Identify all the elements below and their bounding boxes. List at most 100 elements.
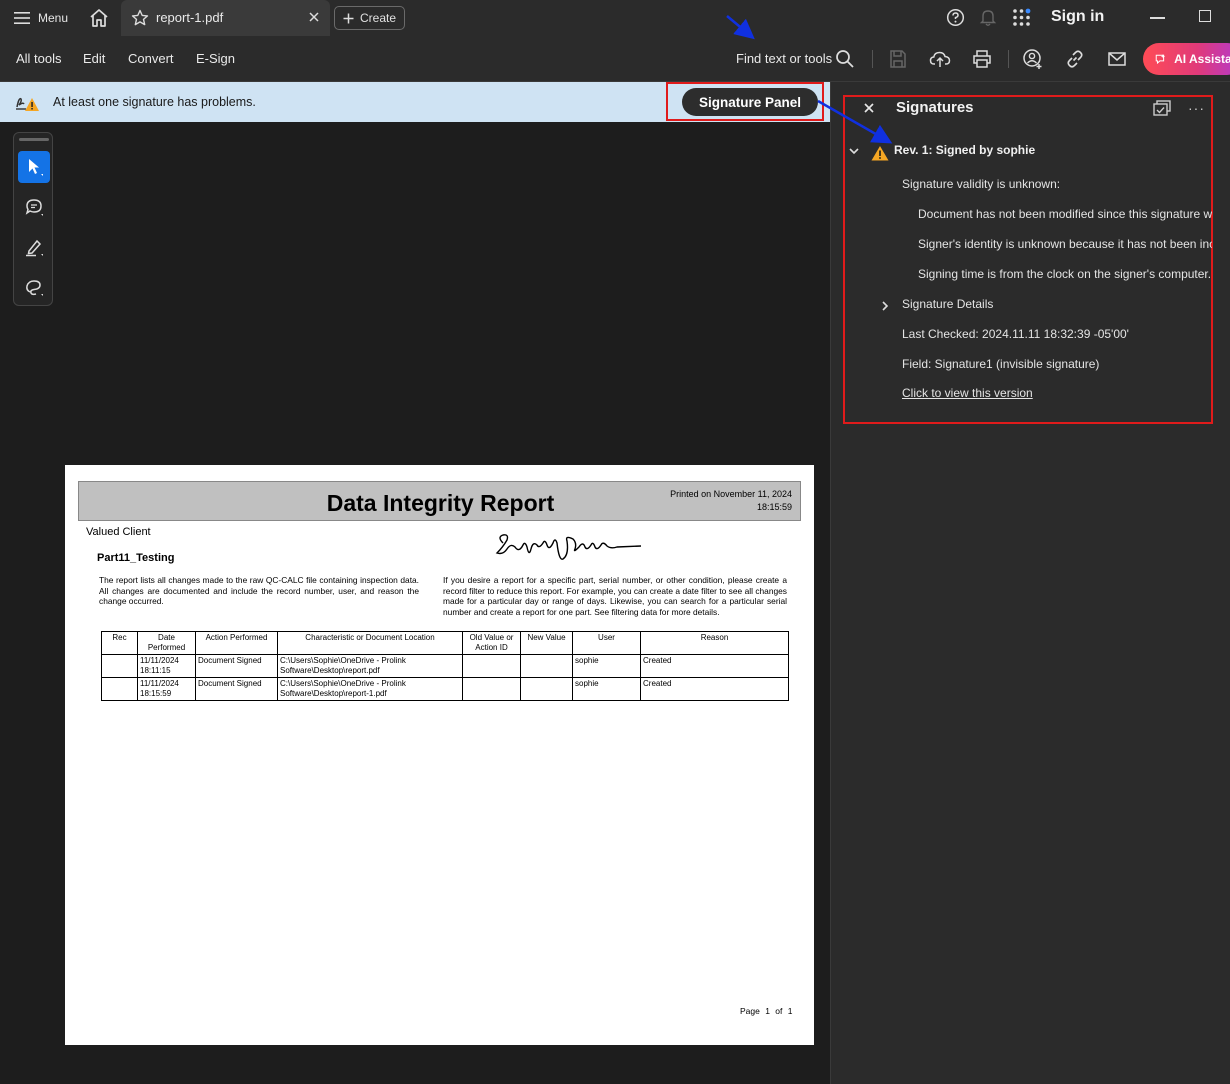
share-user-icon[interactable] [1022,48,1044,70]
esign-button[interactable]: E-Sign [196,51,235,66]
signature-message: At least one signature has problems. [53,95,256,109]
table-cell: sophie [572,677,641,701]
highlight-tool-button[interactable] [18,231,50,263]
warning-icon [871,146,889,161]
report-header: Data Integrity Report Printed on Novembe… [78,481,801,521]
signature-warning-icon [16,97,39,111]
table-cell [101,654,138,678]
quick-tools-rail [13,132,53,306]
sign-in-button[interactable]: Sign in [1051,8,1104,26]
column-header: Characteristic or Document Location [277,631,463,655]
signature-detail-item: Signing time is from the clock on the si… [918,267,1212,281]
print-icon[interactable] [971,48,993,70]
table-cell: Created [640,654,789,678]
find-tools-button[interactable]: Find text or tools [736,51,832,66]
pdf-page: Data Integrity Report Printed on Novembe… [65,465,814,1045]
column-header: New Value [520,631,573,655]
table-cell: C:\Users\Sophie\OneDrive - Prolink Softw… [277,677,463,701]
search-icon[interactable] [834,48,856,70]
draw-tool-button[interactable] [18,271,50,303]
signature-field: Field: Signature1 (invisible signature) [902,357,1100,371]
toolbar-divider [872,50,873,68]
table-row: 11/11/2024 18:11:15 Document Signed C:\U… [101,654,789,678]
report-printed-date: Printed on November 11, 2024 18:15:59 [670,489,792,512]
menu-label: Menu [38,11,69,25]
view-version-link[interactable]: Click to view this version [902,386,1033,400]
column-header: Date Performed [137,631,196,655]
toolbar-divider [1008,50,1009,68]
close-icon[interactable] [863,102,875,114]
star-icon[interactable] [131,9,149,27]
create-button[interactable]: Create [334,6,405,30]
ai-assistant-label: AI Assistant [1174,52,1230,66]
column-header: Reason [640,631,789,655]
changes-table: Rec Date Performed Action Performed Char… [101,631,789,701]
column-header: User [572,631,641,655]
report-description-right: If you desire a report for a specific pa… [443,575,787,617]
pen-icon [26,239,43,257]
bell-icon[interactable] [979,8,997,27]
table-cell [520,677,573,701]
plus-icon [343,13,354,23]
title-bar: Menu report-1.pdf Create Sign in [0,0,1230,36]
edit-button[interactable]: Edit [83,51,105,66]
column-header: Action Performed [195,631,278,655]
rail-drag-handle[interactable] [19,138,49,141]
create-label: Create [359,11,397,25]
chevron-down-icon[interactable] [848,145,860,157]
lasso-icon [26,280,43,296]
link-icon[interactable] [1064,48,1086,70]
report-description-left: The report lists all changes made to the… [99,575,419,606]
column-header: Old Value or Action ID [462,631,521,655]
signature-detail-item: Document has not been modified since thi… [918,207,1212,221]
cursor-icon [29,159,43,176]
validate-all-icon[interactable] [1151,99,1173,119]
signature-detail-list: Document has not been modified since thi… [844,170,1212,290]
signatures-panel-title: Signatures [896,99,974,116]
table-cell: Document Signed [195,654,278,678]
maximize-icon[interactable] [1199,10,1211,22]
menu-button[interactable]: Menu [14,8,68,28]
table-cell: C:\Users\Sophie\OneDrive - Prolink Softw… [277,654,463,678]
chevron-right-icon[interactable] [880,300,890,312]
table-cell: 11/11/2024 18:11:15 [137,654,196,678]
minimize-icon[interactable] [1150,17,1165,19]
table-cell [462,654,521,678]
report-client: Valued Client [86,526,151,538]
table-cell [520,654,573,678]
mail-icon[interactable] [1106,48,1128,70]
last-checked: Last Checked: 2024.11.11 18:32:39 -05'00… [902,327,1129,341]
annotation-highlight-box [666,82,824,121]
comment-tool-button[interactable] [18,191,50,223]
table-cell: Created [640,677,789,701]
document-tab[interactable]: report-1.pdf [121,0,330,36]
all-tools-button[interactable]: All tools [16,51,62,66]
table-cell: sophie [572,654,641,678]
main-toolbar: All tools Edit Convert E-Sign Find text … [0,36,1230,82]
signature-details-toggle[interactable]: Signature Details [902,297,993,311]
table-cell: 11/11/2024 18:15:59 [137,677,196,701]
select-tool-button[interactable] [18,151,50,183]
table-cell [101,677,138,701]
table-cell [462,677,521,701]
column-header: Rec [101,631,138,655]
apps-icon[interactable] [1012,8,1031,27]
handwritten-signature [495,534,642,560]
help-icon[interactable] [946,8,965,27]
page-number: Page 1 of 1 [740,1006,793,1016]
cloud-upload-icon[interactable] [929,48,951,70]
ai-assistant-button[interactable]: AI Assistant [1143,43,1230,75]
close-icon[interactable] [307,10,321,24]
convert-button[interactable]: Convert [128,51,174,66]
comment-icon [25,199,43,216]
more-options-icon[interactable]: ··· [1188,100,1205,116]
signature-revision[interactable]: Rev. 1: Signed by sophie [894,143,1035,157]
table-row: 11/11/2024 18:15:59 Document Signed C:\U… [101,677,789,701]
report-section-title: Part11_Testing [97,552,175,564]
save-icon[interactable] [887,48,909,70]
hamburger-icon [14,12,30,24]
signature-detail-item: Signer's identity is unknown because it … [918,237,1212,251]
table-cell: Document Signed [195,677,278,701]
home-icon[interactable] [88,7,110,29]
tab-filename: report-1.pdf [156,10,224,25]
